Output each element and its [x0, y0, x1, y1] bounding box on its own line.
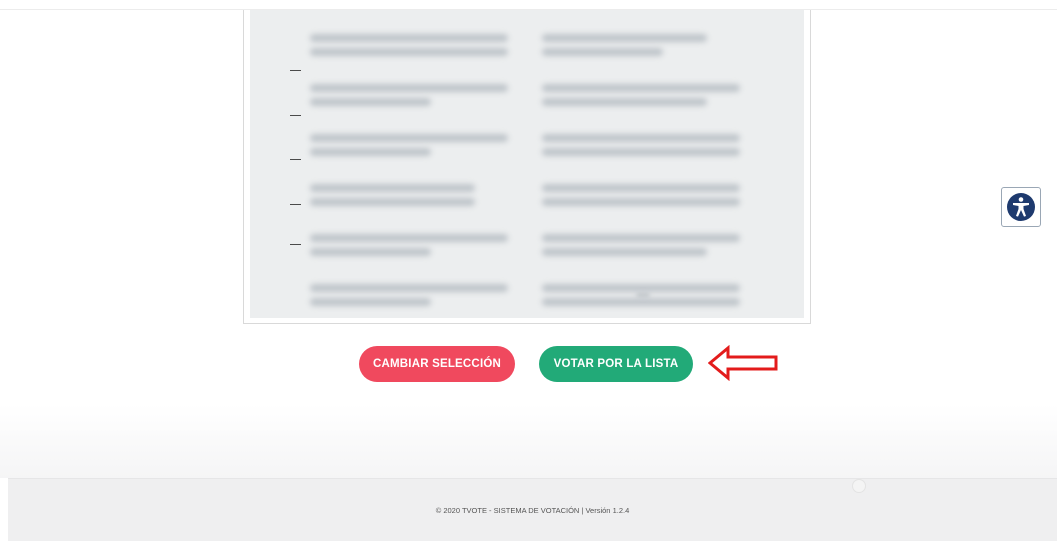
candidate-list-blurred — [250, 10, 804, 318]
list-item — [310, 84, 530, 128]
page-fade — [0, 404, 1057, 478]
list-dash — [290, 70, 301, 71]
arrow-left-icon — [708, 345, 778, 381]
accessibility-button[interactable] — [1001, 187, 1041, 227]
list-item — [542, 284, 762, 318]
list-dash — [290, 204, 301, 205]
blurred-mark — [636, 292, 650, 298]
candidate-list-card — [243, 10, 811, 324]
vote-list-button[interactable]: VOTAR POR LA LISTA — [539, 346, 693, 382]
blurred-column-left — [310, 28, 530, 318]
list-item — [310, 184, 530, 228]
list-dash — [290, 115, 301, 116]
list-item — [542, 234, 762, 278]
change-selection-button[interactable]: CAMBIAR SELECCIÓN — [359, 346, 515, 382]
list-item — [542, 134, 762, 178]
list-item — [310, 134, 530, 178]
list-item — [542, 184, 762, 228]
footer-copyright: © 2020 TVOTE - SISTEMA DE VOTACIÓN | Ver… — [435, 505, 630, 515]
blurred-column-right — [542, 28, 762, 318]
list-item — [310, 234, 530, 278]
list-item — [542, 84, 762, 128]
footer: © 2020 TVOTE - SISTEMA DE VOTACIÓN | Ver… — [8, 478, 1057, 541]
list-item — [310, 34, 530, 78]
list-item — [310, 284, 530, 318]
accessibility-icon — [1007, 193, 1035, 221]
list-item — [542, 34, 762, 78]
list-dash — [290, 244, 301, 245]
decorative-circle — [852, 479, 866, 493]
list-dash — [290, 159, 301, 160]
